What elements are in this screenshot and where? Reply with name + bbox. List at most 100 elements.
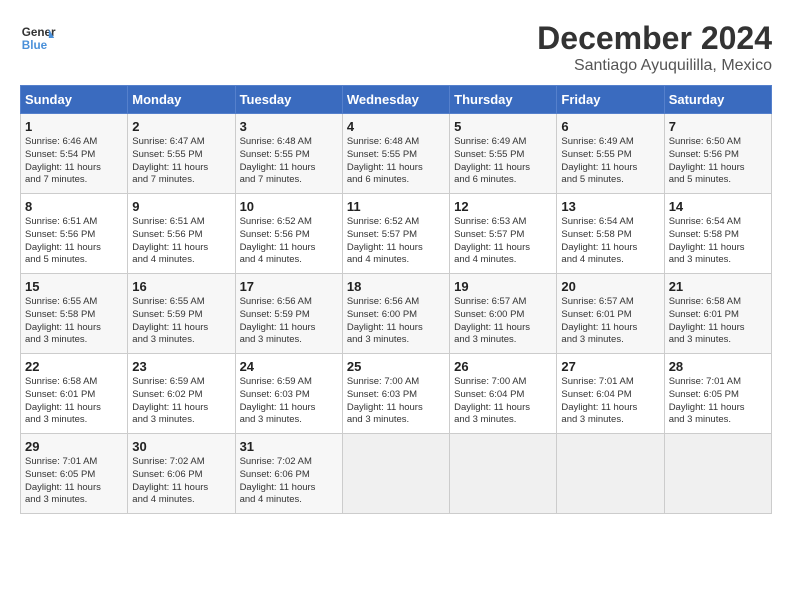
day-info: Sunrise: 6:52 AM Sunset: 5:57 PM Dayligh… [347,216,445,267]
calendar-cell: 6Sunrise: 6:49 AM Sunset: 5:55 PM Daylig… [557,114,664,194]
calendar-cell: 14 Sunrise: 6:54 AM Sunset: 5:58 PM Dayli… [664,194,771,274]
day-info: Sunrise: 6:47 AM Sunset: 5:55 PM Dayligh… [132,136,230,187]
calendar-week-row: 1 Sunrise: 6:46 AM Sunset: 5:54 PM Daylig… [21,114,772,194]
day-info: Sunrise: 6:46 AM Sunset: 5:54 PM Dayligh… [25,136,123,187]
day-number: 7 [669,119,767,134]
calendar-cell: 10 Sunrise: 6:52 AM Sunset: 5:56 PM Dayli… [235,194,342,274]
calendar-cell: 15 Sunrise: 6:55 AM Sunset: 5:58 PM Dayli… [21,274,128,354]
day-info: Sunrise: 6:57 AM Sunset: 6:00 PM Dayligh… [454,296,552,347]
day-number: 22 [25,359,123,374]
calendar-cell: 4 Sunrise: 6:48 AM Sunset: 5:55 PM Daylig… [342,114,449,194]
month-title: December 2024 [537,20,772,57]
weekday-header-wednesday: Wednesday [342,86,449,114]
calendar-cell: 17Sunrise: 6:56 AM Sunset: 5:59 PM Dayli… [235,274,342,354]
day-info: Sunrise: 6:57 AM Sunset: 6:01 PM Dayligh… [561,296,659,347]
calendar-cell: 24Sunrise: 6:59 AM Sunset: 6:03 PM Dayli… [235,354,342,434]
calendar-cell: 1 Sunrise: 6:46 AM Sunset: 5:54 PM Daylig… [21,114,128,194]
day-number: 28 [669,359,767,374]
day-number: 29 [25,439,123,454]
day-info: Sunrise: 6:55 AM Sunset: 5:59 PM Dayligh… [132,296,230,347]
day-number: 19 [454,279,552,294]
day-info: Sunrise: 6:54 AM Sunset: 5:58 PM Dayligh… [561,216,659,267]
day-info: Sunrise: 6:50 AM Sunset: 5:56 PM Dayligh… [669,136,767,187]
calendar-cell: 30Sunrise: 7:02 AM Sunset: 6:06 PM Dayli… [128,434,235,514]
calendar-cell: 12 Sunrise: 6:53 AM Sunset: 5:57 PM Dayli… [450,194,557,274]
calendar-cell: 3Sunrise: 6:48 AM Sunset: 5:55 PM Daylig… [235,114,342,194]
calendar-week-row: 15 Sunrise: 6:55 AM Sunset: 5:58 PM Dayli… [21,274,772,354]
day-number: 10 [240,199,338,214]
calendar-cell: 20 Sunrise: 6:57 AM Sunset: 6:01 PM Dayli… [557,274,664,354]
day-info: Sunrise: 6:53 AM Sunset: 5:57 PM Dayligh… [454,216,552,267]
day-info: Sunrise: 6:51 AM Sunset: 5:56 PM Dayligh… [132,216,230,267]
calendar-cell: 13Sunrise: 6:54 AM Sunset: 5:58 PM Dayli… [557,194,664,274]
logo-icon: General Blue [20,20,56,56]
calendar-header-row: SundayMondayTuesdayWednesdayThursdayFrid… [21,86,772,114]
calendar-cell: 8Sunrise: 6:51 AM Sunset: 5:56 PM Daylig… [21,194,128,274]
calendar-week-row: 22 Sunrise: 6:58 AM Sunset: 6:01 PM Dayli… [21,354,772,434]
day-info: Sunrise: 6:51 AM Sunset: 5:56 PM Dayligh… [25,216,123,267]
day-info: Sunrise: 7:01 AM Sunset: 6:04 PM Dayligh… [561,376,659,427]
day-number: 30 [132,439,230,454]
calendar-cell: 11 Sunrise: 6:52 AM Sunset: 5:57 PM Dayli… [342,194,449,274]
calendar-cell [557,434,664,514]
day-info: Sunrise: 6:58 AM Sunset: 6:01 PM Dayligh… [25,376,123,427]
calendar-cell: 31Sunrise: 7:02 AM Sunset: 6:06 PM Dayli… [235,434,342,514]
day-info: Sunrise: 7:01 AM Sunset: 6:05 PM Dayligh… [669,376,767,427]
day-number: 12 [454,199,552,214]
day-number: 27 [561,359,659,374]
calendar-cell: 18 Sunrise: 6:56 AM Sunset: 6:00 PM Dayli… [342,274,449,354]
svg-text:Blue: Blue [22,39,48,52]
day-info: Sunrise: 6:49 AM Sunset: 5:55 PM Dayligh… [561,136,659,187]
day-info: Sunrise: 6:55 AM Sunset: 5:58 PM Dayligh… [25,296,123,347]
day-number: 3 [240,119,338,134]
day-number: 15 [25,279,123,294]
title-block: December 2024 Santiago Ayuquililla, Mexi… [537,20,772,75]
calendar-cell: 7 Sunrise: 6:50 AM Sunset: 5:56 PM Daylig… [664,114,771,194]
day-info: Sunrise: 6:48 AM Sunset: 5:55 PM Dayligh… [347,136,445,187]
day-number: 17 [240,279,338,294]
calendar-body: 1 Sunrise: 6:46 AM Sunset: 5:54 PM Daylig… [21,114,772,514]
day-number: 1 [25,119,123,134]
day-info: Sunrise: 6:58 AM Sunset: 6:01 PM Dayligh… [669,296,767,347]
calendar-cell [664,434,771,514]
weekday-header-friday: Friday [557,86,664,114]
calendar-cell: 16 Sunrise: 6:55 AM Sunset: 5:59 PM Dayli… [128,274,235,354]
day-number: 16 [132,279,230,294]
day-info: Sunrise: 7:02 AM Sunset: 6:06 PM Dayligh… [240,456,338,507]
calendar-cell: 29 Sunrise: 7:01 AM Sunset: 6:05 PM Dayli… [21,434,128,514]
calendar-cell: 22 Sunrise: 6:58 AM Sunset: 6:01 PM Dayli… [21,354,128,434]
logo: General Blue [20,20,56,56]
day-number: 25 [347,359,445,374]
day-number: 20 [561,279,659,294]
calendar-cell: 5Sunrise: 6:49 AM Sunset: 5:55 PM Daylig… [450,114,557,194]
calendar-cell [342,434,449,514]
calendar-cell: 9 Sunrise: 6:51 AM Sunset: 5:56 PM Daylig… [128,194,235,274]
calendar-week-row: 8Sunrise: 6:51 AM Sunset: 5:56 PM Daylig… [21,194,772,274]
day-number: 23 [132,359,230,374]
calendar-cell [450,434,557,514]
day-info: Sunrise: 7:00 AM Sunset: 6:03 PM Dayligh… [347,376,445,427]
day-number: 18 [347,279,445,294]
day-number: 14 [669,199,767,214]
weekday-header-monday: Monday [128,86,235,114]
calendar-cell: 21Sunrise: 6:58 AM Sunset: 6:01 PM Dayli… [664,274,771,354]
day-number: 11 [347,199,445,214]
weekday-header-saturday: Saturday [664,86,771,114]
day-info: Sunrise: 6:52 AM Sunset: 5:56 PM Dayligh… [240,216,338,267]
day-info: Sunrise: 7:01 AM Sunset: 6:05 PM Dayligh… [25,456,123,507]
day-info: Sunrise: 6:49 AM Sunset: 5:55 PM Dayligh… [454,136,552,187]
day-number: 9 [132,199,230,214]
day-info: Sunrise: 6:54 AM Sunset: 5:58 PM Dayligh… [669,216,767,267]
calendar-cell: 25 Sunrise: 7:00 AM Sunset: 6:03 PM Dayli… [342,354,449,434]
day-number: 4 [347,119,445,134]
calendar-table: SundayMondayTuesdayWednesdayThursdayFrid… [20,85,772,514]
weekday-header-sunday: Sunday [21,86,128,114]
calendar-cell: 19 Sunrise: 6:57 AM Sunset: 6:00 PM Dayli… [450,274,557,354]
day-info: Sunrise: 6:56 AM Sunset: 6:00 PM Dayligh… [347,296,445,347]
page-header: General Blue December 2024 Santiago Ayuq… [20,20,772,75]
location-title: Santiago Ayuquililla, Mexico [537,57,772,75]
day-number: 24 [240,359,338,374]
calendar-cell: 23Sunrise: 6:59 AM Sunset: 6:02 PM Dayli… [128,354,235,434]
weekday-header-thursday: Thursday [450,86,557,114]
day-number: 26 [454,359,552,374]
